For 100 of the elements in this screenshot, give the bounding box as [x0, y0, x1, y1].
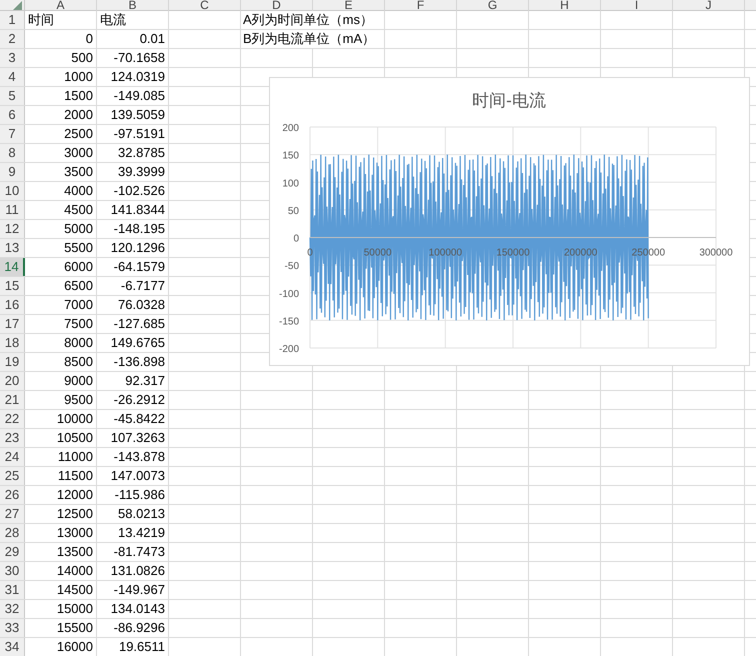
row-number[interactable]: 3 — [0, 49, 25, 67]
table-cell: 7500 — [64, 315, 93, 333]
row-number[interactable]: 4 — [0, 68, 25, 86]
table-cell: 8500 — [64, 353, 93, 371]
row-number[interactable]: 20 — [0, 372, 25, 390]
table-cell: -97.5191 — [114, 125, 165, 143]
table-cell: 15000 — [56, 600, 93, 618]
row-number[interactable]: 16 — [0, 296, 25, 314]
table-cell: 14000 — [56, 562, 93, 580]
x-axis-label: 50000 — [364, 248, 392, 258]
table-cell: -143.878 — [114, 448, 165, 466]
y-axis-label: 200 — [282, 123, 299, 134]
table-cell: 11500 — [58, 467, 93, 485]
row-number[interactable]: 8 — [0, 144, 25, 162]
y-axis-label: -150 — [278, 316, 299, 328]
table-cell: -148.195 — [114, 220, 165, 238]
table-cell: 2500 — [64, 125, 93, 143]
table-cell: 2000 — [64, 106, 93, 124]
table-cell: 92.317 — [125, 372, 165, 390]
row-number[interactable]: 28 — [0, 524, 25, 542]
column-header[interactable]: I — [634, 0, 638, 11]
row-number[interactable]: 17 — [0, 315, 25, 333]
row-number[interactable]: 7 — [0, 125, 25, 143]
column-header[interactable]: B — [128, 0, 136, 11]
row-number[interactable]: 13 — [0, 239, 25, 257]
table-cell: 9000 — [64, 372, 93, 390]
row-number[interactable]: 21 — [0, 391, 25, 409]
row-number[interactable]: 27 — [0, 505, 25, 523]
table-cell: 13000 — [56, 524, 93, 542]
row-number[interactable]: 6 — [0, 106, 25, 124]
table-cell: 16000 — [56, 638, 93, 656]
table-cell: 1500 — [64, 87, 93, 105]
row-number[interactable]: 10 — [0, 182, 25, 200]
table-cell: -115.986 — [114, 486, 165, 504]
table-cell: -45.8422 — [114, 410, 165, 428]
table-cell: -102.526 — [114, 182, 165, 200]
table-cell: 7000 — [64, 296, 93, 314]
table-cell: -26.2912 — [114, 391, 165, 409]
table-cell: -127.685 — [114, 315, 165, 333]
y-axis-label: 100 — [282, 178, 299, 190]
row-number[interactable]: 34 — [0, 638, 25, 656]
row-number[interactable]: 23 — [0, 429, 25, 447]
column-header[interactable]: J — [706, 0, 712, 11]
column-header[interactable]: G — [488, 0, 498, 11]
row-number[interactable]: 2 — [0, 30, 25, 48]
row-number[interactable]: 33 — [0, 619, 25, 637]
table-cell: 149.6765 — [110, 334, 165, 352]
row-number[interactable]: 5 — [0, 87, 25, 105]
row-number[interactable]: 31 — [0, 581, 25, 599]
table-cell: 0 — [86, 30, 93, 48]
table-cell: 0.01 — [140, 30, 165, 48]
row-number[interactable]: 15 — [0, 277, 25, 295]
column-header[interactable]: E — [344, 0, 352, 11]
column-header[interactable]: F — [416, 0, 424, 11]
column-header[interactable]: H — [560, 0, 569, 11]
table-cell: 12000 — [56, 486, 93, 504]
row-number[interactable]: 14 — [0, 258, 25, 276]
row-number[interactable]: 30 — [0, 562, 25, 580]
table-cell: 4500 — [64, 201, 93, 219]
y-axis-label: -50 — [284, 261, 299, 272]
row-number[interactable]: 29 — [0, 543, 25, 561]
table-cell: 120.1296 — [110, 239, 165, 257]
column-header[interactable]: A — [56, 0, 64, 11]
x-axis-label: 200000 — [564, 248, 598, 258]
table-cell: -149.967 — [114, 581, 165, 599]
table-cell: B列为电流单位（mA） — [243, 30, 376, 48]
row-number[interactable]: 22 — [0, 410, 25, 428]
column-header[interactable]: D — [272, 0, 281, 11]
table-cell: A列为时间单位（ms） — [243, 11, 373, 29]
table-cell: 13500 — [56, 543, 93, 561]
row-number[interactable]: 18 — [0, 334, 25, 352]
row-number[interactable]: 24 — [0, 448, 25, 466]
row-number[interactable]: 9 — [0, 163, 25, 181]
table-cell: 电流 — [100, 11, 126, 29]
row-number[interactable]: 1 — [0, 11, 25, 29]
table-cell: 500 — [71, 49, 93, 67]
table-cell: -149.085 — [114, 87, 165, 105]
table-cell: 6500 — [64, 277, 93, 295]
x-axis-label: 150000 — [496, 248, 530, 258]
table-cell: 147.0073 — [110, 467, 165, 485]
row-number[interactable]: 25 — [0, 467, 25, 485]
y-axis-label: -200 — [278, 344, 299, 355]
table-cell: 124.0319 — [110, 68, 165, 86]
table-cell: 1000 — [64, 68, 93, 86]
row-number[interactable]: 32 — [0, 600, 25, 618]
table-cell: 14500 — [56, 581, 93, 599]
row-number[interactable]: 19 — [0, 353, 25, 371]
table-cell: 13.4219 — [118, 524, 165, 542]
row-number[interactable]: 12 — [0, 220, 25, 238]
y-axis-label: 150 — [282, 150, 299, 162]
table-cell: 5000 — [64, 220, 93, 238]
table-cell: 141.8344 — [110, 201, 165, 219]
column-header[interactable]: C — [200, 0, 209, 11]
row-number[interactable]: 26 — [0, 486, 25, 504]
table-cell: 139.5059 — [110, 106, 165, 124]
row-number[interactable]: 11 — [0, 201, 25, 219]
table-cell: -136.898 — [114, 353, 165, 371]
table-cell: 107.3263 — [110, 429, 165, 447]
x-axis-label: 300000 — [699, 248, 733, 258]
table-cell: -6.7177 — [120, 277, 165, 295]
